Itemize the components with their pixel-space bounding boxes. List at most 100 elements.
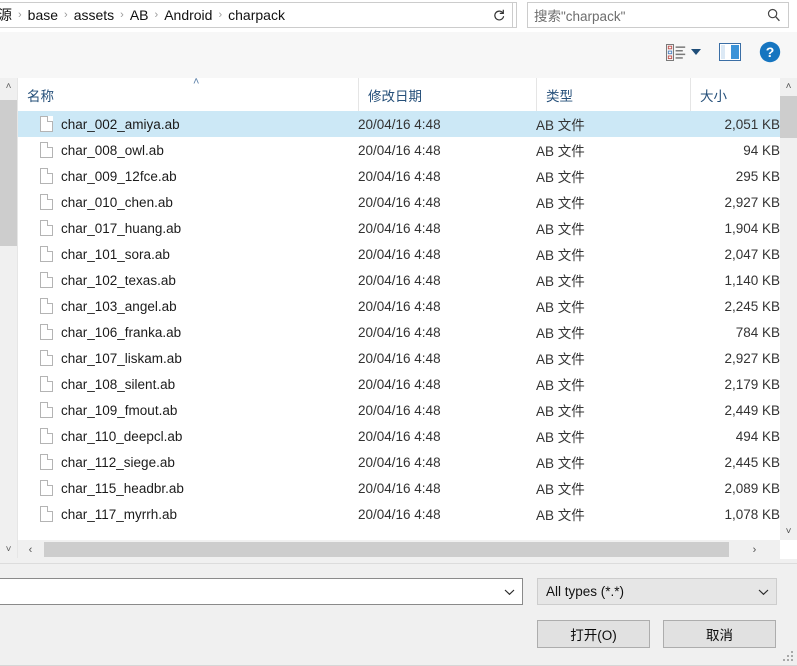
table-row[interactable]: char_010_chen.ab 20/04/16 4:48 AB 文件 2,927 … — [18, 189, 780, 215]
search-icon — [766, 7, 782, 23]
filename-dropdown-button[interactable] — [496, 585, 522, 598]
table-row[interactable]: char_002_amiya.ab 20/04/16 4:48 AB 文件 2,051… — [18, 111, 780, 137]
file-name-cell[interactable]: char_010_chen.ab — [18, 194, 173, 210]
chevron-down-icon — [758, 589, 768, 596]
cancel-button[interactable]: 取消 — [663, 620, 776, 648]
scrollbar-thumb[interactable] — [44, 542, 729, 557]
scroll-up-button[interactable]: ˄ — [780, 78, 797, 95]
file-type-cell: AB 文件 — [536, 430, 585, 445]
file-name-label: char_108_silent.ab — [61, 376, 176, 392]
nav-pane-scrollbar[interactable]: ˄ ˅ — [0, 78, 18, 558]
file-size-cell: 2,047 KB — [724, 246, 780, 262]
table-row[interactable]: char_009_12fce.ab 20/04/16 4:48 AB 文件 295 K… — [18, 163, 780, 189]
file-icon — [40, 272, 53, 288]
file-size-cell: 2,445 KB — [724, 454, 780, 470]
column-header-date[interactable]: 修改日期 — [358, 78, 536, 111]
scroll-up-button[interactable]: ˄ — [0, 78, 17, 95]
file-list-horizontal-scrollbar[interactable]: ‹ › — [18, 540, 797, 559]
table-row[interactable]: char_008_owl.ab 20/04/16 4:48 AB 文件 94 KB — [18, 137, 780, 163]
file-name-cell[interactable]: char_103_angel.ab — [18, 298, 177, 314]
file-name-cell[interactable]: char_115_headbr.ab — [18, 480, 184, 496]
file-date-cell: 20/04/16 4:48 — [358, 298, 441, 314]
table-row[interactable]: char_106_franka.ab 20/04/16 4:48 AB 文件 784 … — [18, 319, 780, 345]
resize-grip[interactable] — [783, 651, 794, 662]
breadcrumb-segment-5[interactable]: charpack — [223, 3, 290, 27]
file-icon — [40, 376, 53, 392]
file-type-cell: AB 文件 — [536, 508, 585, 523]
file-type-cell: AB 文件 — [536, 144, 585, 159]
file-name-label: char_109_fmout.ab — [61, 402, 178, 418]
file-name-cell[interactable]: char_107_liskam.ab — [18, 350, 182, 366]
scroll-down-button[interactable]: ˅ — [0, 541, 17, 558]
file-name-cell[interactable]: char_117_myrrh.ab — [18, 506, 177, 522]
breadcrumb[interactable]: 源 › base › assets › AB › Android › charpack — [0, 2, 517, 28]
table-row[interactable]: char_101_sora.ab 20/04/16 4:48 AB 文件 2,047 … — [18, 241, 780, 267]
file-type-cell: AB 文件 — [536, 482, 585, 497]
table-row[interactable]: char_109_fmout.ab 20/04/16 4:48 AB 文件 2,449… — [18, 397, 780, 423]
file-size-cell: 1,078 KB — [724, 506, 780, 522]
file-icon — [40, 506, 53, 522]
file-date-cell: 20/04/16 4:48 — [358, 168, 441, 184]
table-row[interactable]: char_110_deepcl.ab 20/04/16 4:48 AB 文件 494 … — [18, 423, 780, 449]
file-size-cell: 1,140 KB — [724, 272, 780, 288]
file-rows[interactable]: char_002_amiya.ab 20/04/16 4:48 AB 文件 2,051… — [18, 111, 780, 540]
dialog-footer: All types (*.*) 打开(O) 取消 — [0, 563, 797, 666]
table-row[interactable]: char_112_siege.ab 20/04/16 4:48 AB 文件 2,445… — [18, 449, 780, 475]
scroll-left-button[interactable]: ‹ — [22, 540, 39, 559]
file-icon — [40, 168, 53, 184]
file-name-cell[interactable]: char_017_huang.ab — [18, 220, 181, 236]
search-input[interactable]: 搜索"charpack" — [527, 2, 789, 28]
scroll-right-button[interactable]: › — [746, 540, 763, 559]
table-row[interactable]: char_017_huang.ab 20/04/16 4:48 AB 文件 1,904… — [18, 215, 780, 241]
file-name-cell[interactable]: char_008_owl.ab — [18, 142, 164, 158]
table-row[interactable]: char_107_liskam.ab 20/04/16 4:48 AB 文件 2,92… — [18, 345, 780, 371]
scrollbar-thumb[interactable] — [780, 96, 797, 138]
filetype-combobox[interactable]: All types (*.*) — [537, 578, 777, 605]
file-name-cell[interactable]: char_112_siege.ab — [18, 454, 175, 470]
file-icon — [40, 324, 53, 340]
refresh-button[interactable] — [486, 2, 513, 28]
file-list-vertical-scrollbar[interactable]: ˄ ˅ — [780, 78, 797, 540]
table-row[interactable]: char_108_silent.ab 20/04/16 4:48 AB 文件 2,17… — [18, 371, 780, 397]
file-name-cell[interactable]: char_002_amiya.ab — [18, 116, 180, 132]
table-row[interactable]: char_103_angel.ab 20/04/16 4:48 AB 文件 2,245… — [18, 293, 780, 319]
column-header-size[interactable]: 大小 — [690, 78, 780, 111]
breadcrumb-path[interactable]: 源 › base › assets › AB › Android › charpack — [0, 3, 491, 27]
filetype-dropdown-button[interactable] — [750, 585, 776, 598]
file-name-cell[interactable]: char_106_franka.ab — [18, 324, 181, 340]
file-date-cell: 20/04/16 4:48 — [358, 402, 441, 418]
breadcrumb-segment-0[interactable]: 源 — [0, 3, 17, 27]
sort-ascending-icon: ˄ — [193, 76, 200, 88]
file-type-cell: AB 文件 — [536, 404, 585, 419]
file-name-label: char_112_siege.ab — [61, 454, 175, 470]
column-header-name[interactable]: 名称 ˄ — [18, 76, 358, 111]
scroll-down-button[interactable]: ˅ — [780, 523, 797, 540]
table-row[interactable]: char_117_myrrh.ab 20/04/16 4:48 AB 文件 1,078… — [18, 501, 780, 527]
filename-combobox[interactable] — [0, 578, 523, 605]
file-icon — [40, 142, 53, 158]
open-button[interactable]: 打开(O) — [537, 620, 650, 648]
breadcrumb-segment-2[interactable]: assets — [69, 3, 119, 27]
breadcrumb-segment-4[interactable]: Android — [159, 3, 217, 27]
file-name-cell[interactable]: char_110_deepcl.ab — [18, 428, 182, 444]
scrollbar-thumb[interactable] — [0, 100, 17, 246]
file-name-label: char_110_deepcl.ab — [61, 428, 183, 444]
file-name-cell[interactable]: char_109_fmout.ab — [18, 402, 177, 418]
file-name-cell[interactable]: char_108_silent.ab — [18, 376, 175, 392]
help-button[interactable]: ? — [759, 41, 781, 63]
file-name-cell[interactable]: char_102_texas.ab — [18, 272, 176, 288]
breadcrumb-segment-1[interactable]: base — [23, 3, 63, 27]
svg-text:?: ? — [766, 44, 775, 60]
preview-pane-button[interactable] — [719, 43, 741, 61]
table-row[interactable]: char_102_texas.ab 20/04/16 4:48 AB 文件 1,140… — [18, 267, 780, 293]
file-name-label: char_117_myrrh.ab — [61, 506, 178, 522]
file-name-cell[interactable]: char_009_12fce.ab — [18, 168, 177, 184]
file-size-cell: 1,904 KB — [724, 220, 780, 236]
breadcrumb-segment-3[interactable]: AB — [125, 3, 154, 27]
view-options-button[interactable] — [666, 43, 701, 61]
file-name-label: char_107_liskam.ab — [61, 350, 182, 366]
file-type-cell: AB 文件 — [536, 378, 585, 393]
column-header-type[interactable]: 类型 — [536, 78, 690, 111]
file-name-cell[interactable]: char_101_sora.ab — [18, 246, 170, 262]
table-row[interactable]: char_115_headbr.ab 20/04/16 4:48 AB 文件 2,08… — [18, 475, 780, 501]
